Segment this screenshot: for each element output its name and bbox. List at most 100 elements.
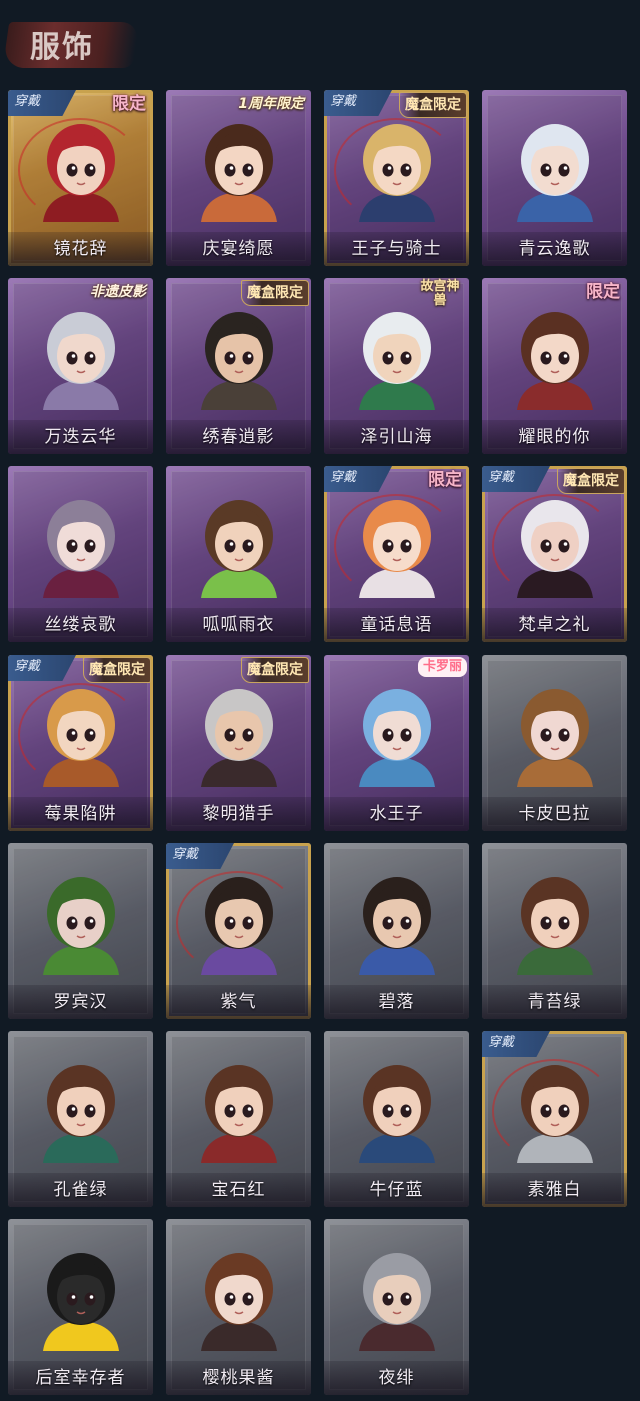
left-eye: [66, 1292, 77, 1306]
costume-body: [358, 1321, 435, 1351]
left-eye-highlight: [545, 1107, 549, 1111]
costume-card[interactable]: 魔盒限定 黎明猎手: [166, 655, 311, 831]
right-eye-highlight: [563, 542, 567, 546]
right-eye: [242, 916, 253, 930]
costume-name: 耀眼的你: [518, 427, 591, 447]
character-portrait: [33, 304, 129, 410]
costume-card[interactable]: 限定 耀眼的你: [482, 278, 627, 454]
right-eye-highlight: [563, 354, 567, 358]
costume-card[interactable]: 1周年限定 庆宴绮愿: [166, 90, 311, 266]
costume-card[interactable]: 卡罗丽 水王子: [324, 655, 469, 831]
edition-badge: 魔盒限定: [557, 468, 625, 494]
costume-card[interactable]: 穿戴 素雅白: [482, 1031, 627, 1207]
costume-card[interactable]: 丝缕哀歌: [8, 466, 153, 642]
character-portrait: [507, 681, 603, 787]
costume-card[interactable]: 碧落: [324, 843, 469, 1019]
costume-body: [42, 1321, 119, 1351]
costume-body: [516, 945, 593, 975]
right-eye-highlight: [89, 919, 93, 923]
right-eye-highlight: [247, 1295, 251, 1299]
costume-card[interactable]: 孔雀绿: [8, 1031, 153, 1207]
right-eye: [242, 163, 253, 177]
left-eye: [382, 1292, 393, 1306]
left-eye: [540, 351, 551, 365]
right-eye: [558, 163, 569, 177]
costume-body: [516, 568, 593, 598]
costume-body: [358, 945, 435, 975]
costume-card[interactable]: 后室幸存者: [8, 1219, 153, 1395]
right-eye: [242, 1292, 253, 1306]
costume-card[interactable]: 穿戴 限定 镜花辞: [8, 90, 153, 266]
right-eye: [84, 539, 95, 553]
costume-name: 万迭云华: [44, 427, 117, 447]
left-eye: [224, 351, 235, 365]
left-eye: [382, 728, 393, 742]
right-eye: [400, 916, 411, 930]
edition-badge: 1周年限定: [238, 96, 304, 112]
right-eye: [84, 1104, 95, 1118]
costume-card[interactable]: 夜绯: [324, 1219, 469, 1395]
right-eye: [400, 351, 411, 365]
costume-card[interactable]: 非遗皮影 万迭云华: [8, 278, 153, 454]
costume-body: [516, 380, 593, 410]
right-eye-highlight: [405, 731, 409, 735]
edition-badge: 卡罗丽: [417, 657, 467, 677]
costume-card[interactable]: 樱桃果酱: [166, 1219, 311, 1395]
right-eye: [84, 916, 95, 930]
right-eye-highlight: [405, 1295, 409, 1299]
character-portrait: [191, 116, 287, 222]
right-eye-highlight: [247, 731, 251, 735]
character-portrait: [349, 492, 445, 598]
right-eye-highlight: [89, 166, 93, 170]
character-portrait: [349, 1057, 445, 1163]
left-eye-highlight: [387, 919, 391, 923]
costume-body: [200, 1133, 277, 1163]
character-portrait: [33, 1057, 129, 1163]
costume-card[interactable]: 牛仔蓝: [324, 1031, 469, 1207]
character-portrait: [349, 681, 445, 787]
costume-card[interactable]: 呱呱雨衣: [166, 466, 311, 642]
costume-card[interactable]: 穿戴 魔盒限定 莓果陷阱: [8, 655, 153, 831]
character-portrait: [33, 869, 129, 975]
costume-card[interactable]: 穿戴 紫气: [166, 843, 311, 1019]
left-eye-highlight: [545, 731, 549, 735]
left-eye: [540, 916, 551, 930]
costume-name: 后室幸存者: [35, 1368, 126, 1388]
costume-card[interactable]: 罗宾汉: [8, 843, 153, 1019]
costume-name: 宝石红: [211, 1180, 266, 1200]
character-portrait: [191, 304, 287, 410]
left-eye: [224, 1292, 235, 1306]
costume-body: [200, 945, 277, 975]
costume-body: [200, 757, 277, 787]
right-eye: [558, 1104, 569, 1118]
left-eye-highlight: [387, 1295, 391, 1299]
left-eye-highlight: [387, 166, 391, 170]
costume-body: [42, 192, 119, 222]
costume-name: 王子与骑士: [351, 239, 442, 259]
costume-name: 童话息语: [360, 615, 433, 635]
costume-name: 绣春逍影: [202, 427, 275, 447]
costume-card[interactable]: 穿戴 魔盒限定 王子与骑士: [324, 90, 469, 266]
costume-card[interactable]: 魔盒限定 绣春逍影: [166, 278, 311, 454]
costume-name: 丝缕哀歌: [44, 615, 117, 635]
costume-card[interactable]: 故宫神兽 泽引山海: [324, 278, 469, 454]
left-eye: [382, 916, 393, 930]
right-eye: [558, 916, 569, 930]
right-eye-highlight: [405, 542, 409, 546]
left-eye: [66, 351, 77, 365]
left-eye-highlight: [71, 542, 75, 546]
right-eye: [400, 163, 411, 177]
right-eye: [400, 539, 411, 553]
costume-card[interactable]: 穿戴 限定 童话息语: [324, 466, 469, 642]
costume-card[interactable]: 宝石红: [166, 1031, 311, 1207]
right-eye-highlight: [563, 166, 567, 170]
costume-card[interactable]: 青苔绿: [482, 843, 627, 1019]
costume-card[interactable]: 穿戴 魔盒限定 梵卓之礼: [482, 466, 627, 642]
right-eye: [558, 351, 569, 365]
costume-card[interactable]: 青云逸歌: [482, 90, 627, 266]
costume-card[interactable]: 卡皮巴拉: [482, 655, 627, 831]
costume-body: [358, 568, 435, 598]
right-eye-highlight: [89, 1295, 93, 1299]
costume-name: 牛仔蓝: [369, 1180, 424, 1200]
costume-name: 罗宾汉: [53, 992, 108, 1012]
